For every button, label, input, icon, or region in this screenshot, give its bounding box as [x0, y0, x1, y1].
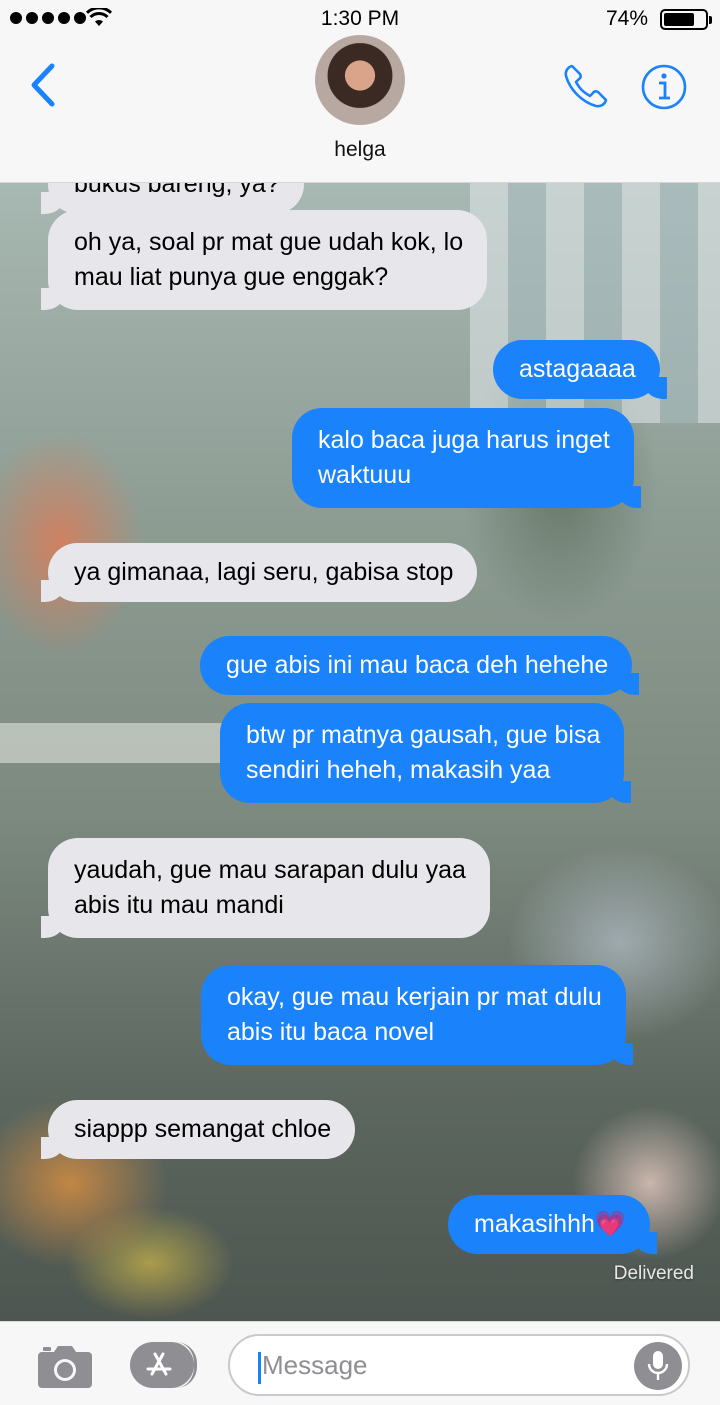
info-icon[interactable] — [640, 63, 688, 111]
message-placeholder: Message — [262, 1350, 368, 1380]
incoming-message-bubble[interactable]: oh ya, soal pr mat gue udah kok, lo mau l… — [40, 210, 488, 310]
back-chevron-icon[interactable] — [24, 60, 64, 110]
delivered-status: Delivered — [613, 1263, 694, 1284]
camera-icon[interactable] — [36, 1344, 94, 1388]
outgoing-message-bubble[interactable]: gue abis ini mau baca deh hehehe — [200, 636, 640, 695]
dictation-button[interactable] — [634, 1342, 682, 1390]
contact-name[interactable]: helga — [0, 138, 720, 162]
conversation-header: 1:30 PM 74% helga — [0, 0, 720, 183]
incoming-message-bubble[interactable]: ya gimanaa, lagi seru, gabisa stop — [40, 543, 478, 602]
message-input-bar: Message — [0, 1321, 720, 1405]
contact-avatar[interactable] — [315, 35, 405, 125]
phone-call-icon[interactable] — [562, 62, 610, 110]
app-store-button[interactable] — [130, 1342, 197, 1388]
outgoing-message-bubble[interactable]: makasihhh💗 — [448, 1195, 658, 1254]
text-cursor — [258, 1352, 261, 1384]
outgoing-message-bubble[interactable]: btw pr matnya gausah, gue bisa sendiri he… — [220, 703, 632, 803]
incoming-message-bubble[interactable]: yaudah, gue mau sarapan dulu yaa abis itu… — [41, 838, 490, 938]
message-input[interactable]: Message — [228, 1334, 690, 1396]
incoming-message-bubble[interactable]: siappp semangat chloe — [40, 1100, 356, 1159]
outgoing-message-bubble[interactable]: kalo baca juga harus inget waktuuu — [292, 408, 641, 508]
outgoing-message-bubble[interactable]: okay, gue mau kerjain pr mat dulu abis it… — [201, 965, 633, 1065]
app-store-icon — [146, 1352, 172, 1376]
battery-icon — [660, 9, 712, 30]
outgoing-message-bubble[interactable]: astagaaaa — [493, 340, 667, 399]
microphone-icon — [647, 1351, 669, 1380]
message-thread[interactable]: bukus bareng, ya? oh ya, soal pr mat gue… — [0, 183, 720, 1321]
battery-percentage: 74% — [605, 7, 648, 30]
status-bar: 1:30 PM 74% — [0, 0, 720, 38]
